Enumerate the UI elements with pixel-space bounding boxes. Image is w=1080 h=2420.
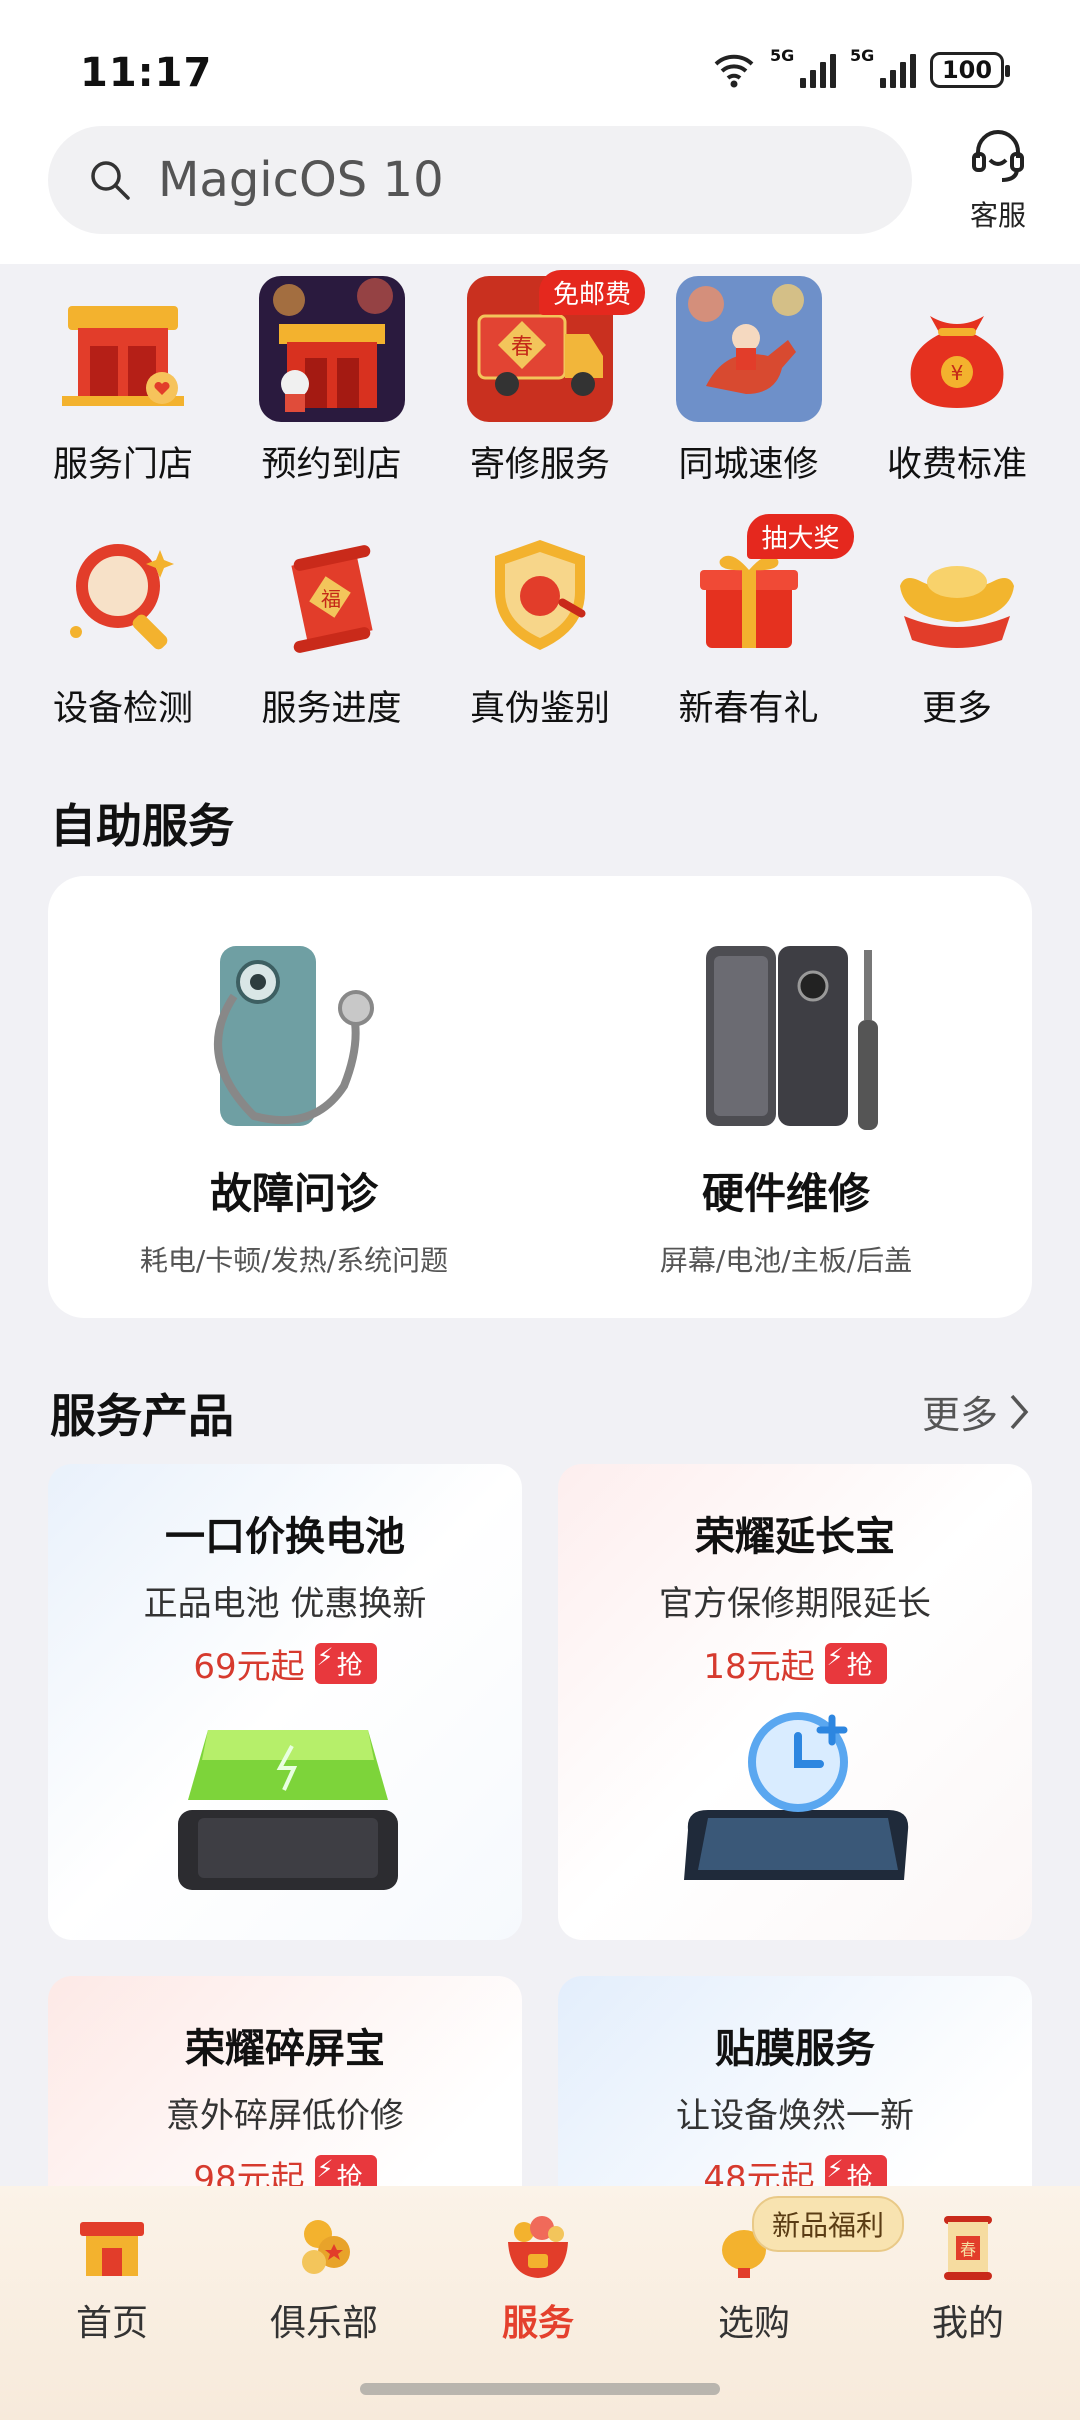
grid-item-more[interactable]: 更多 <box>854 514 1060 758</box>
svg-text:¥: ¥ <box>951 361 964 385</box>
grid-item-service-progress[interactable]: 福 服务进度 <box>229 514 435 758</box>
phone-screwdriver-icon <box>666 936 906 1136</box>
nav-tab-home[interactable]: 首页 <box>22 2186 202 2346</box>
shield-icon <box>467 520 613 666</box>
grid-row: 设备检测 福 服务进度 真伪鉴别 抽大奖 新春有礼 更多 <box>0 514 1080 758</box>
grid-item-fee-standard[interactable]: ¥ 收费标准 <box>854 270 1060 514</box>
grid-label: 收费标准 <box>886 445 1027 485</box>
grid-label: 服务进度 <box>261 689 402 729</box>
product-title: 荣耀碎屏宝 <box>185 2026 385 2072</box>
signal-5g-icon: 5G <box>850 46 916 88</box>
nav-tab-club[interactable]: 俱乐部 <box>234 2186 414 2346</box>
search-icon <box>91 161 130 200</box>
products-title: 服务产品 <box>50 1389 234 1443</box>
product-sub: 意外碎屏低价修 <box>166 2096 404 2136</box>
grab-tag[interactable]: 抢 <box>824 1643 887 1684</box>
gold-ingot-icon <box>884 520 1030 666</box>
battery-icon: 100 <box>930 52 1010 88</box>
nav-label: 我的 <box>931 2303 1004 2344</box>
product-price: 18元起 <box>703 1647 815 1687</box>
money-bag-icon: ¥ <box>884 276 1030 422</box>
nav-tab-profile[interactable]: 春 我的 <box>878 2186 1058 2346</box>
product-title: 贴膜服务 <box>715 2026 875 2072</box>
grid-item-service-store[interactable]: 服务门店 <box>20 270 226 514</box>
headset-icon <box>972 130 1024 182</box>
search-placeholder: MagicOS 10 <box>158 152 444 208</box>
store-gate-icon <box>50 276 196 422</box>
product-price: 69元起 <box>193 1647 305 1687</box>
products-more-link[interactable]: 更多 <box>922 1384 1030 1439</box>
nav-tab-service[interactable]: 服务 <box>448 2186 628 2346</box>
battery-phone-icon <box>48 1710 522 1900</box>
self-service-item-sub: 屏幕/电池/主板/后盖 <box>659 1244 913 1277</box>
product-card-battery[interactable]: 一口价换电池 正品电池 优惠换新 69元起 抢 <box>48 1464 522 1940</box>
product-price-row: 18元起 抢 <box>558 1639 1032 1688</box>
product-sub: 官方保修期限延长 <box>659 1584 931 1624</box>
scroll-icon: 福 <box>259 520 405 666</box>
grid-label: 寄修服务 <box>469 445 610 485</box>
service-grid: 服务门店 预约到店 免邮费 春 寄修服务 同城速修 ¥ 收费标准 设备检测 福 … <box>0 270 1080 758</box>
self-service-item-title: 故障问诊 <box>209 1169 378 1218</box>
top-header: 11:17 5G 5G 100 MagicOS 10 客服 <box>0 0 1080 264</box>
svg-text:春: 春 <box>960 2240 976 2259</box>
nav-label-active: 服务 <box>501 2303 574 2344</box>
grid-label: 更多 <box>921 689 992 729</box>
phone-stethoscope-icon <box>174 936 414 1136</box>
self-service-item-title: 硬件维修 <box>701 1169 870 1218</box>
product-sub: 正品电池 优惠换新 <box>143 1584 427 1624</box>
nav-label: 选购 <box>717 2303 790 2344</box>
grid-label: 服务门店 <box>52 445 193 485</box>
appointment-icon <box>258 276 405 422</box>
product-title: 一口价换电池 <box>165 1514 405 1560</box>
status-time: 11:17 <box>80 50 213 96</box>
product-title: 荣耀延长宝 <box>695 1514 895 1560</box>
product-price-row: 69元起 抢 <box>48 1639 522 1688</box>
hardware-repair-entry[interactable]: 硬件维修 屏幕/电池/主板/后盖 <box>540 876 1032 1318</box>
grid-label: 真伪鉴别 <box>469 689 610 729</box>
fault-diagnosis-entry[interactable]: 故障问诊 耗电/卡顿/发热/系统问题 <box>48 876 540 1318</box>
self-service-title: 自助服务 <box>50 799 234 853</box>
profile-icon: 春 <box>928 2206 1008 2286</box>
nav-label: 俱乐部 <box>269 2303 378 2344</box>
customer-service-button[interactable]: 客服 <box>958 124 1038 234</box>
home-indicator[interactable] <box>360 2383 720 2395</box>
grid-label: 新春有礼 <box>678 689 819 729</box>
grid-item-local-fast-repair[interactable]: 同城速修 <box>646 270 852 514</box>
status-icons: 5G 5G 100 <box>712 46 1010 88</box>
signal-5g-icon: 5G <box>770 46 836 88</box>
more-label: 更多 <box>921 1393 998 1437</box>
grid-label: 同城速修 <box>678 445 819 485</box>
svg-text:春: 春 <box>511 335 533 360</box>
chevron-right-icon <box>1010 1394 1029 1429</box>
grid-label: 预约到店 <box>261 445 402 485</box>
grid-item-appointment[interactable]: 预约到店 <box>229 270 435 514</box>
grid-item-device-check[interactable]: 设备检测 <box>20 514 226 758</box>
search-bar[interactable]: MagicOS 10 <box>48 126 912 234</box>
service-icon <box>498 2206 578 2286</box>
grid-item-authenticity[interactable]: 真伪鉴别 <box>437 514 643 758</box>
grab-tag[interactable]: 抢 <box>314 1643 377 1684</box>
nav-label: 首页 <box>75 2303 148 2344</box>
self-service-item-sub: 耗电/卡顿/发热/系统问题 <box>139 1244 449 1277</box>
club-icon <box>284 2206 364 2286</box>
horse-rider-icon <box>675 276 822 422</box>
grid-item-mail-repair[interactable]: 免邮费 春 寄修服务 <box>437 270 645 514</box>
self-service-card: 故障问诊 耗电/卡顿/发热/系统问题 硬件维修 屏幕/电池/主板/后盖 <box>48 876 1032 1318</box>
grid-item-new-year-gift[interactable]: 抽大奖 新春有礼 <box>646 514 854 758</box>
lottery-badge: 抽大奖 <box>747 514 854 559</box>
wifi-icon <box>714 54 754 88</box>
clock-phone-icon <box>558 1710 1032 1900</box>
new-product-welfare-badge: 新品福利 <box>752 2196 905 2252</box>
grid-label: 设备检测 <box>52 689 193 729</box>
home-gate-icon <box>72 2206 152 2286</box>
customer-service-label: 客服 <box>969 199 1026 232</box>
product-sub: 让设备焕然一新 <box>676 2096 914 2136</box>
free-shipping-badge: 免邮费 <box>538 270 645 315</box>
svg-text:福: 福 <box>321 587 341 611</box>
magnifier-icon <box>50 520 196 666</box>
product-card-extended-warranty[interactable]: 荣耀延长宝 官方保修期限延长 18元起 抢 <box>558 1464 1032 1940</box>
grid-row: 服务门店 预约到店 免邮费 春 寄修服务 同城速修 ¥ 收费标准 <box>0 270 1080 514</box>
